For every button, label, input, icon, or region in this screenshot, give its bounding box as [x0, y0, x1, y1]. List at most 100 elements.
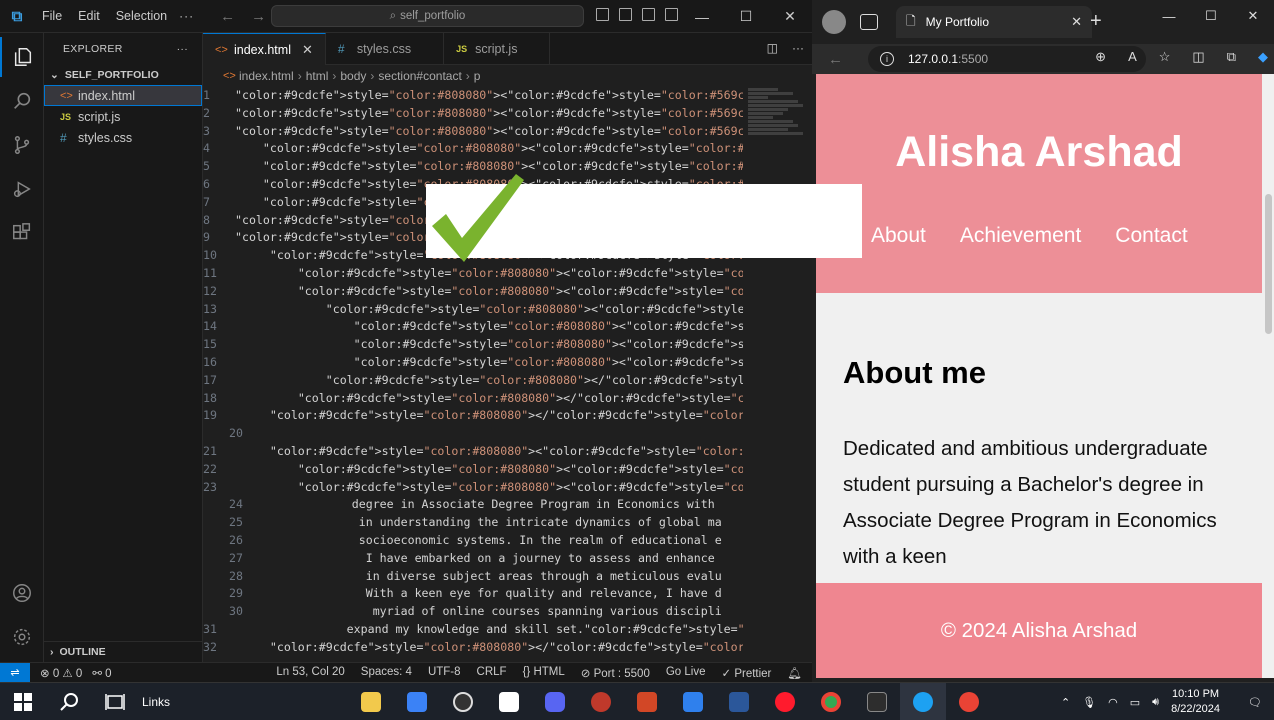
code-text[interactable]: "color:#9cdcfe">style="color:#808080"><"…	[217, 479, 743, 497]
wifi-icon[interactable]: ◠	[1108, 696, 1118, 709]
chrome-profile-icon[interactable]	[946, 683, 992, 720]
live-server-port[interactable]: ⊘ Port : 5500	[581, 666, 650, 680]
code-text[interactable]: "color:#9cdcfe">style="color:#808080"><"…	[217, 318, 743, 336]
code-text[interactable]: "color:#9cdcfe">style="color:#808080"></…	[217, 390, 743, 408]
problems-indicator[interactable]: ⊗ 0 ⚠ 0	[40, 666, 82, 680]
tab-script-js[interactable]: JS script.js	[444, 33, 551, 65]
forward-arrow-icon[interactable]: →	[251, 8, 266, 25]
code-line[interactable]: 32 "color:#9cdcfe">style="color:#808080"…	[203, 639, 743, 657]
microsoft-store-icon[interactable]	[394, 683, 440, 720]
notification-center-icon[interactable]: 🗨︎	[1248, 696, 1262, 709]
file-styles-css[interactable]: # styles.css	[44, 127, 202, 148]
nav-link-about[interactable]: About	[871, 224, 926, 248]
terminal-icon[interactable]	[854, 683, 900, 720]
code-text[interactable]: "color:#9cdcfe">style="color:#808080"><"…	[217, 461, 743, 479]
code-text[interactable]: "color:#9cdcfe">style="color:#808080"><"…	[217, 283, 743, 301]
file-index-html[interactable]: <> index.html	[44, 85, 202, 106]
code-line[interactable]: 3 "color:#9cdcfe">style="color:#808080"><…	[203, 123, 743, 141]
code-line[interactable]: 15 "color:#9cdcfe">style="color:#808080"…	[203, 336, 743, 354]
breadcrumb-item[interactable]: p	[474, 69, 481, 83]
code-line[interactable]: 28 in diverse subject areas through a me…	[203, 568, 743, 586]
code-line[interactable]: 18 "color:#9cdcfe">style="color:#808080"…	[203, 390, 743, 408]
copilot-icon[interactable]: ◆	[1258, 49, 1268, 65]
code-line[interactable]: 2 "color:#9cdcfe">style="color:#808080"><…	[203, 105, 743, 123]
profile-avatar[interactable]	[822, 10, 846, 34]
explorer-icon[interactable]	[0, 37, 44, 77]
split-editor-icon[interactable]: ◫	[767, 41, 778, 55]
code-line[interactable]: 23 "color:#9cdcfe">style="color:#808080"…	[203, 479, 743, 497]
back-arrow-icon[interactable]: ←	[220, 8, 235, 25]
file-explorer-icon[interactable]	[348, 683, 394, 720]
minimize-icon[interactable]: —	[680, 0, 724, 33]
code-text[interactable]	[243, 425, 268, 443]
split-screen-icon[interactable]: ◫	[1192, 49, 1204, 65]
code-line[interactable]: 16 "color:#9cdcfe">style="color:#808080"…	[203, 354, 743, 372]
code-line[interactable]: 12 "color:#9cdcfe">style="color:#808080"…	[203, 283, 743, 301]
vscode-taskbar-icon[interactable]	[670, 683, 716, 720]
code-line[interactable]: 29 With a keen eye for quality and relev…	[203, 585, 743, 603]
breadcrumb-item[interactable]: section#contact	[378, 69, 461, 83]
language-mode[interactable]: {} HTML	[523, 666, 565, 680]
code-line[interactable]: 14 "color:#9cdcfe">style="color:#808080"…	[203, 318, 743, 336]
cursor-position[interactable]: Ln 53, Col 20	[276, 666, 344, 680]
collections-icon[interactable]: ⧉	[1227, 49, 1236, 65]
command-center-search[interactable]: ⌕ self_portfolio	[271, 5, 584, 27]
go-live-button[interactable]: Go Live	[666, 666, 706, 680]
more-menu-icon[interactable]: ···	[179, 9, 194, 23]
code-line[interactable]: 25 in understanding the intricate dynami…	[203, 514, 743, 532]
tab-index-html[interactable]: <> index.html ✕	[203, 33, 326, 65]
code-line[interactable]: 19 "color:#9cdcfe">style="color:#808080"…	[203, 407, 743, 425]
code-line[interactable]: 22 "color:#9cdcfe">style="color:#808080"…	[203, 461, 743, 479]
scrollbar-thumb[interactable]	[1265, 194, 1272, 334]
notifications-bell-icon[interactable]: 🔔︎	[787, 666, 802, 680]
menu-file[interactable]: File	[42, 9, 62, 23]
code-text[interactable]: "color:#9cdcfe">style="color:#808080"><"…	[217, 443, 743, 461]
code-text[interactable]: "color:#9cdcfe">style="color:#808080"><"…	[210, 105, 743, 123]
code-text[interactable]: "color:#9cdcfe">style="color:#808080"><"…	[210, 87, 743, 105]
code-line[interactable]: 1 "color:#9cdcfe">style="color:#808080"><…	[203, 87, 743, 105]
chevron-up-icon[interactable]: ⌃	[1061, 696, 1070, 709]
code-text[interactable]: myriad of online courses spanning variou…	[243, 603, 722, 621]
page-scrollbar[interactable]	[1262, 74, 1274, 678]
minimize-icon[interactable]: —	[1148, 0, 1190, 32]
code-text[interactable]: in diverse subject areas through a metic…	[243, 568, 722, 586]
run-debug-icon[interactable]	[0, 169, 44, 209]
code-line[interactable]: 4 "color:#9cdcfe">style="color:#808080">…	[203, 140, 743, 158]
clock[interactable]: 10:10 PM 8/22/2024	[1171, 687, 1220, 717]
outline-section[interactable]: › OUTLINE	[44, 641, 203, 662]
file-script-js[interactable]: JS script.js	[44, 106, 202, 127]
obs-icon[interactable]	[440, 683, 486, 720]
snipping-tool-icon[interactable]	[486, 683, 532, 720]
zoom-icon[interactable]: ⊕	[1095, 49, 1106, 65]
favorite-star-icon[interactable]: ☆	[1159, 49, 1171, 65]
breadcrumb-item[interactable]: body	[340, 69, 366, 83]
search-icon[interactable]	[46, 683, 92, 720]
code-line[interactable]: 20	[203, 425, 743, 443]
account-icon[interactable]	[0, 573, 44, 613]
code-line[interactable]: 24 degree in Associate Degree Program in…	[203, 496, 743, 514]
tab-actions-icon[interactable]	[860, 14, 878, 30]
chrome-icon[interactable]	[808, 683, 854, 720]
code-text[interactable]: I have embarked on a journey to assess a…	[243, 550, 715, 568]
nav-link-achievement[interactable]: Achievement	[960, 224, 1081, 248]
code-text[interactable]: expand my knowledge and skill set."color…	[217, 621, 743, 639]
menu-edit[interactable]: Edit	[78, 9, 100, 23]
windows-start-icon[interactable]	[0, 683, 46, 720]
code-text[interactable]: With a keen eye for quality and relevanc…	[243, 585, 722, 603]
code-line[interactable]: 26 socioeconomic systems. In the realm o…	[203, 532, 743, 550]
close-icon[interactable]: ✕	[1232, 0, 1274, 32]
maximize-icon[interactable]: ☐	[1190, 0, 1232, 32]
code-text[interactable]: "color:#9cdcfe">style="color:#808080"></…	[217, 639, 743, 657]
edge-taskbar-icon[interactable]	[900, 682, 947, 720]
browser-tab-my-portfolio[interactable]: 🗋︎ My Portfolio ✕	[896, 6, 1092, 38]
close-tab-icon[interactable]: ✕	[1071, 14, 1082, 30]
code-line[interactable]: 13 "color:#9cdcfe">style="color:#808080"…	[203, 301, 743, 319]
code-text[interactable]: "color:#9cdcfe">style="color:#808080"><"…	[217, 336, 743, 354]
close-icon[interactable]: ✕	[768, 0, 812, 33]
new-tab-icon[interactable]: +	[1090, 10, 1102, 33]
close-tab-icon[interactable]: ✕	[302, 42, 313, 58]
explorer-more-icon[interactable]: ···	[177, 43, 188, 55]
menu-selection[interactable]: Selection	[116, 9, 167, 23]
prettier-status[interactable]: ✓ Prettier	[721, 666, 771, 680]
site-info-icon[interactable]: i	[880, 52, 894, 66]
